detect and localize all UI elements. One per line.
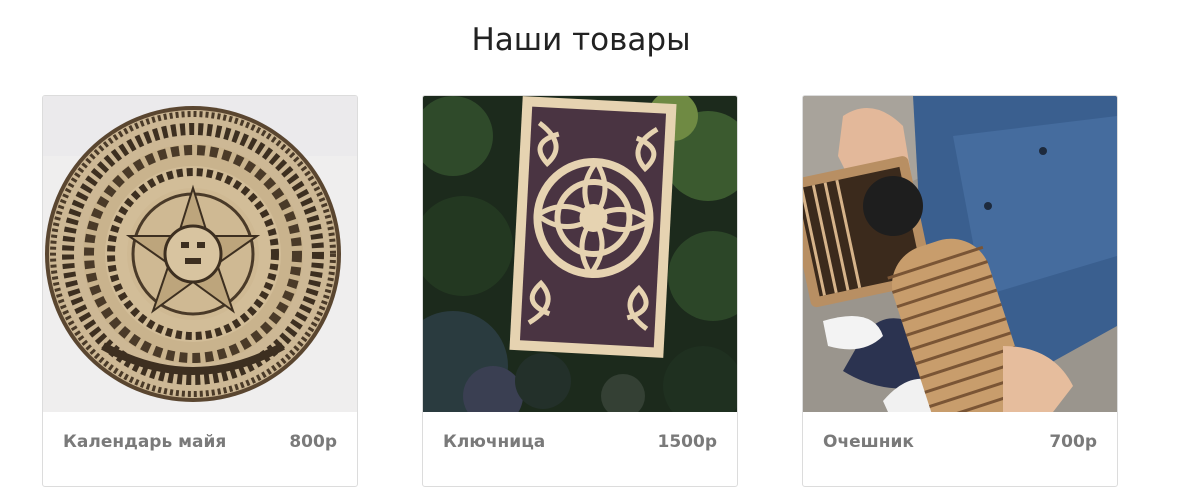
product-card-key-holder[interactable]: Ключница 1500р — [422, 95, 738, 487]
mayan-calendar-image[interactable] — [43, 96, 357, 412]
section-title: Наши товары — [471, 22, 691, 58]
product-name[interactable]: Очешник — [823, 431, 914, 453]
card-footer: Ключница 1500р — [423, 412, 737, 486]
product-name[interactable]: Календарь майя — [63, 431, 226, 453]
card-footer: Календарь майя 800р — [43, 412, 357, 486]
product-price: 800р — [289, 432, 337, 452]
product-card-mayan-calendar[interactable]: Календарь майя 800р — [42, 95, 358, 487]
product-price: 700р — [1049, 432, 1097, 452]
products-section: Наши товары Календарь майя 800р Ключница… — [0, 0, 1177, 497]
card-footer: Очешник 700р — [803, 412, 1117, 486]
key-holder-image[interactable] — [423, 96, 737, 412]
product-card-glasses-case[interactable]: Очешник 700р — [802, 95, 1118, 487]
glasses-case-image[interactable] — [803, 96, 1117, 412]
product-name[interactable]: Ключница — [443, 431, 545, 453]
product-price: 1500р — [657, 432, 717, 452]
